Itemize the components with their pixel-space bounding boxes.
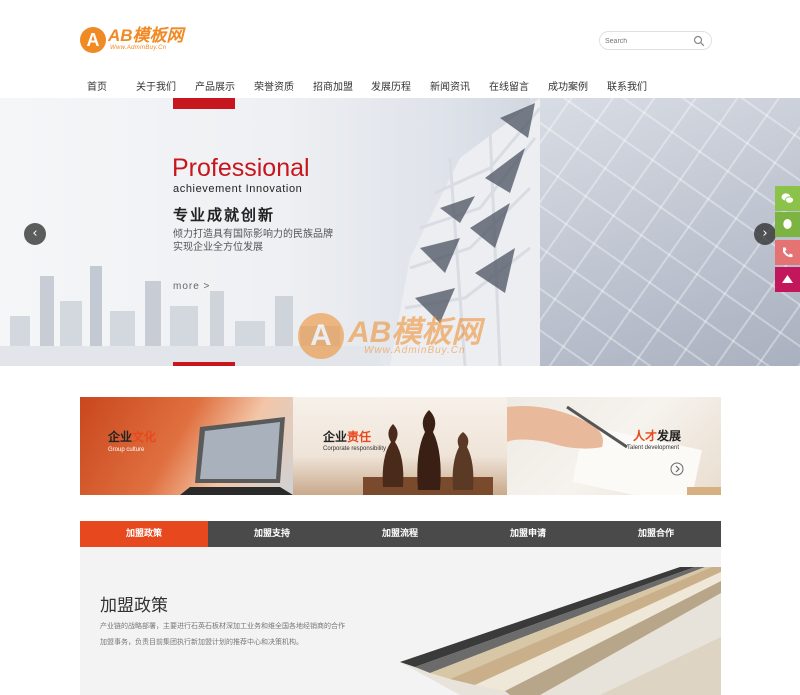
- qq-button[interactable]: [775, 212, 800, 237]
- search-icon[interactable]: [693, 35, 705, 47]
- tab-cooperation[interactable]: 加盟合作: [592, 521, 720, 547]
- card-responsibility[interactable]: 企业责任 Corporate responsibility: [293, 397, 507, 495]
- banner-bottom-bar: [173, 362, 235, 366]
- content-line-2: 加盟事务，负责目前集团执行新加盟计划的推荐中心和决策机构。: [100, 638, 303, 646]
- phone-icon: [783, 247, 793, 258]
- logo-mark: A: [80, 27, 106, 53]
- qq-icon: [783, 219, 792, 229]
- franchise-tabs: 加盟政策 加盟支持 加盟流程 加盟申请 加盟合作: [80, 521, 721, 547]
- laptop-image: [180, 417, 293, 495]
- feature-cards: 企业文化 Group culture 企业责任 Corporate respon…: [80, 397, 721, 495]
- banner-more-link[interactable]: more >: [173, 281, 210, 292]
- logo[interactable]: A AB模板网 Www.AdminBuy.Cn: [80, 27, 190, 55]
- circle-arrow-icon[interactable]: [670, 462, 684, 476]
- banner-cn-title: 专业成就创新: [173, 206, 276, 224]
- planks-image: [400, 567, 721, 695]
- phone-button[interactable]: [775, 240, 800, 265]
- nav-item-honors[interactable]: 荣誉资质: [254, 78, 294, 93]
- nav-item-home[interactable]: 首页: [87, 78, 107, 93]
- nav-item-franchise[interactable]: 招商加盟: [313, 78, 353, 93]
- nav-item-cases[interactable]: 成功案例: [548, 78, 588, 93]
- nav-item-contact[interactable]: 联系我们: [607, 78, 647, 93]
- header: A AB模板网 Www.AdminBuy.Cn: [0, 0, 800, 72]
- watermark-logo: A AB模板网 Www.AdminBuy.Cn: [298, 305, 518, 385]
- tab-content: 加盟政策 产业链的战略部署，主要进行石英石板材深加工业务和维全国各地经销商的合作…: [80, 547, 721, 695]
- back-to-top-button[interactable]: [775, 267, 800, 292]
- tab-apply[interactable]: 加盟申请: [464, 521, 592, 547]
- nav-item-history[interactable]: 发展历程: [371, 78, 411, 93]
- main-nav: 首页 关于我们 产品展示 荣誉资质 招商加盟 发展历程 新闻资讯 在线留言 成功…: [0, 72, 800, 98]
- content-title: 加盟政策: [100, 596, 168, 616]
- banner-top-bar: [173, 98, 235, 109]
- tab-process[interactable]: 加盟流程: [336, 521, 464, 547]
- nav-item-news[interactable]: 新闻资讯: [430, 78, 470, 93]
- card-title: 企业文化: [108, 430, 157, 444]
- card-title: 人才发展: [633, 429, 682, 443]
- logo-text: AB模板网: [108, 26, 184, 45]
- nav-item-message[interactable]: 在线留言: [489, 78, 529, 93]
- banner-title: Professional: [172, 154, 310, 182]
- next-arrow-icon[interactable]: ›: [754, 223, 776, 245]
- writing-hand-image: [507, 405, 721, 495]
- wechat-icon: [781, 193, 794, 204]
- card-subtitle: Group culture: [108, 447, 145, 453]
- nav-item-products[interactable]: 产品展示: [195, 78, 235, 93]
- top-icon: [782, 275, 793, 283]
- card-culture[interactable]: 企业文化 Group culture: [80, 397, 293, 495]
- nav-item-about[interactable]: 关于我们: [136, 78, 176, 93]
- tab-policy[interactable]: 加盟政策: [80, 521, 208, 547]
- search-box: [599, 31, 712, 50]
- banner-subtitle: achievement Innovation: [173, 183, 303, 195]
- tab-support[interactable]: 加盟支持: [208, 521, 336, 547]
- prev-arrow-icon[interactable]: ‹: [24, 223, 46, 245]
- card-title: 企业责任: [323, 430, 372, 444]
- card-talent[interactable]: 人才发展 Talent development: [507, 397, 721, 495]
- content-line-1: 产业链的战略部署，主要进行石英石板材深加工业务和维全国各地经销商的合作: [100, 622, 345, 630]
- logo-url: Www.AdminBuy.Cn: [110, 45, 167, 51]
- card-subtitle: Corporate responsibility: [323, 446, 387, 452]
- search-input[interactable]: [605, 34, 690, 48]
- wechat-button[interactable]: [775, 186, 800, 211]
- banner-line-2: 实现企业全方位发展: [173, 242, 263, 253]
- card-subtitle: Talent development: [627, 445, 680, 451]
